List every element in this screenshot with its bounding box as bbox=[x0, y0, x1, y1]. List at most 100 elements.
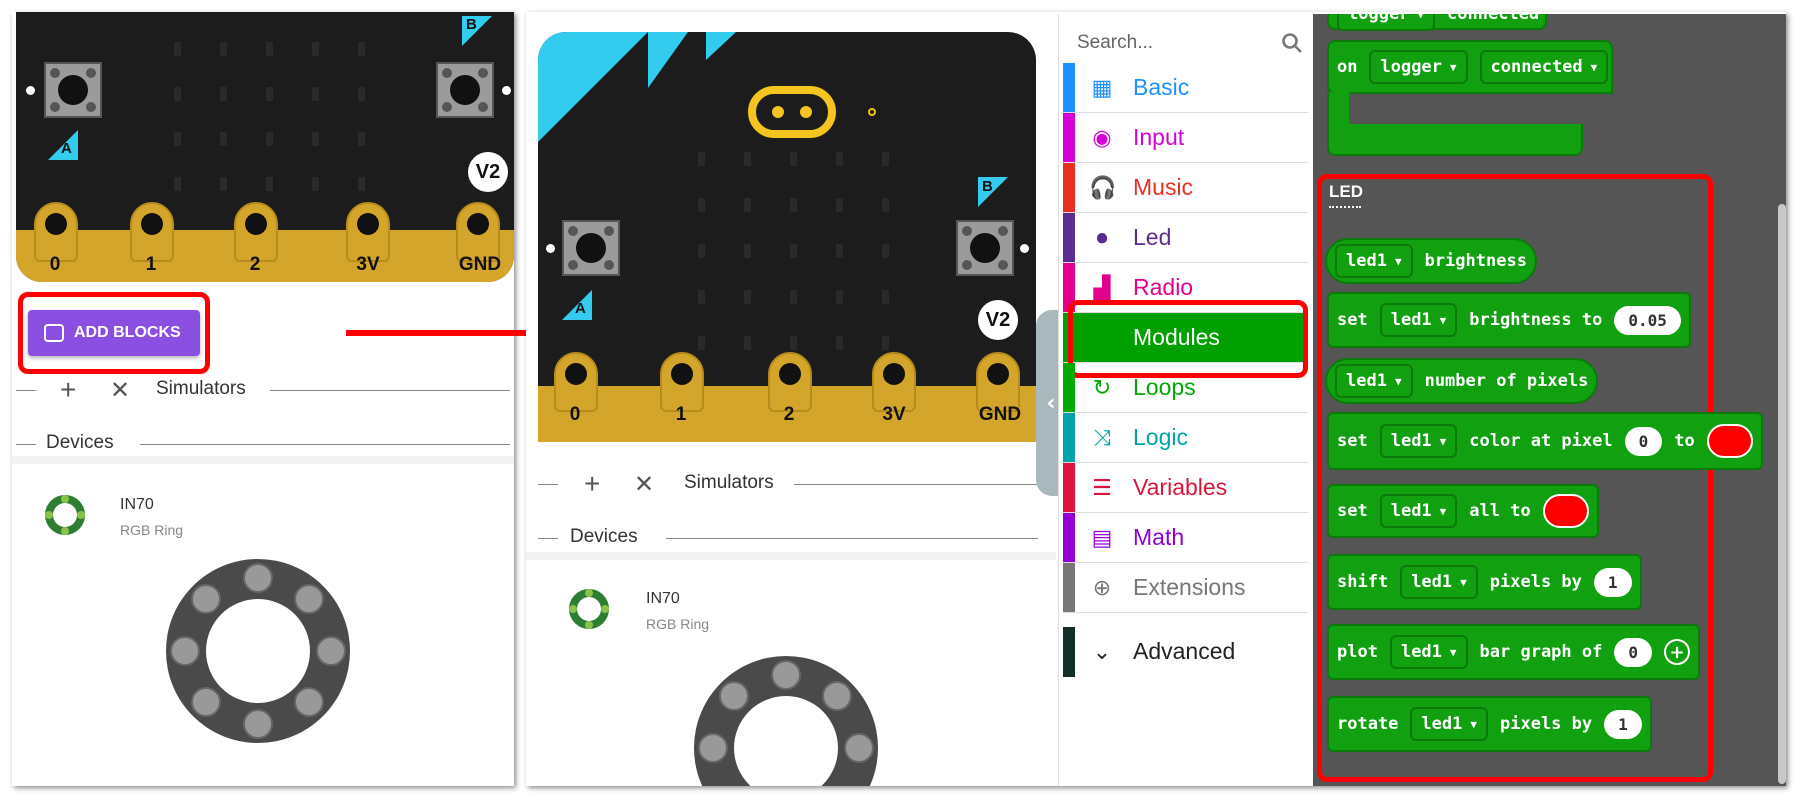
side-dot bbox=[502, 86, 511, 95]
connected-dropdown[interactable]: connected ▼ bbox=[1479, 50, 1609, 84]
headphones-icon: 🎧 bbox=[1089, 176, 1117, 201]
pixel-index-input[interactable]: 0 bbox=[1624, 426, 1663, 456]
category-math[interactable]: ▤ Math bbox=[1063, 513, 1308, 563]
pin-1-pad[interactable] bbox=[660, 352, 704, 412]
category-label: Logic bbox=[1133, 424, 1188, 450]
led-cell bbox=[698, 244, 705, 258]
rotate-amount-input[interactable]: 1 bbox=[1604, 709, 1642, 739]
logger-dropdown[interactable]: logger ▼ bbox=[1369, 50, 1468, 84]
expand-plus-icon[interactable]: + bbox=[1664, 639, 1690, 665]
close-simulator-icon[interactable]: ✕ bbox=[110, 376, 130, 405]
led-dropdown[interactable]: led1 ▼ bbox=[1379, 424, 1458, 458]
led-cell bbox=[266, 132, 273, 146]
block-text: on bbox=[1337, 57, 1358, 77]
shift-amount-input[interactable]: 1 bbox=[1593, 567, 1632, 597]
category-input[interactable]: ◉ Input bbox=[1063, 113, 1308, 163]
category-led[interactable]: ⏺ Led bbox=[1063, 213, 1308, 263]
on-logger-connected-block[interactable]: on logger ▼ connected ▼ bbox=[1327, 40, 1613, 94]
pin-label-1: 1 bbox=[675, 404, 687, 425]
button-a-hardware[interactable] bbox=[44, 62, 102, 118]
set-pixel-color-block[interactable]: set led1 ▼ color at pixel 0 to bbox=[1327, 412, 1763, 470]
button-b-hardware[interactable] bbox=[956, 220, 1014, 276]
pin-2-pad[interactable] bbox=[768, 352, 812, 412]
rgb-ring-device-icon[interactable] bbox=[566, 586, 612, 632]
pin-3v-pad[interactable] bbox=[872, 352, 916, 412]
caret-down-icon: ▼ bbox=[1470, 717, 1477, 731]
led-cell bbox=[744, 152, 751, 166]
led-cell bbox=[698, 152, 705, 166]
button-a-hardware[interactable] bbox=[562, 220, 620, 276]
led-dropdown[interactable]: led1 ▼ bbox=[1400, 565, 1478, 599]
add-simulator-icon[interactable]: + bbox=[60, 374, 76, 406]
pin-label-0: 0 bbox=[49, 254, 61, 275]
led-dropdown[interactable]: led1 ▼ bbox=[1410, 707, 1488, 741]
add-blocks-button[interactable]: ADD BLOCKS bbox=[28, 310, 200, 356]
pin-2-pad[interactable] bbox=[234, 202, 278, 262]
dropdown-label: led1 bbox=[1390, 310, 1432, 330]
category-basic[interactable]: ▦ Basic bbox=[1063, 63, 1308, 113]
color-swatch[interactable] bbox=[1706, 424, 1753, 458]
advanced-label: Advanced bbox=[1133, 638, 1236, 664]
microphone-icon bbox=[868, 108, 876, 116]
pin-3v-pad[interactable] bbox=[346, 202, 390, 262]
plot-bar-graph-block[interactable]: plot led1 ▼ bar graph of 0 + bbox=[1327, 624, 1700, 680]
ring-led bbox=[243, 709, 273, 739]
led-dropdown[interactable]: led1 ▼ bbox=[1335, 364, 1413, 398]
search-input[interactable]: Search... bbox=[1077, 24, 1309, 58]
list-lines-icon: ☰ bbox=[1092, 476, 1112, 501]
bar-value-input[interactable]: 0 bbox=[1614, 637, 1652, 667]
category-extensions[interactable]: ⊕ Extensions bbox=[1063, 563, 1308, 613]
pin-0-pad[interactable] bbox=[554, 352, 598, 412]
led-dropdown[interactable]: led1 ▼ bbox=[1379, 494, 1458, 528]
microbit-board[interactable]: A B V2 0 1 2 3V GND bbox=[16, 12, 514, 282]
category-loops[interactable]: ↻ Loops bbox=[1063, 363, 1308, 413]
blocks-workspace[interactable]: logger ▼ connected on logger ▼ connected ▼ … bbox=[1313, 14, 1786, 786]
shift-pixels-block[interactable]: shift led1 ▼ pixels by 1 bbox=[1327, 554, 1642, 610]
category-music[interactable]: 🎧 Music bbox=[1063, 163, 1308, 213]
dropdown[interactable]: logger ▼ bbox=[1337, 14, 1436, 31]
brightness-input[interactable]: 0.05 bbox=[1614, 305, 1681, 335]
dropdown-label: led1 bbox=[1390, 501, 1432, 521]
button-b-hardware[interactable] bbox=[436, 62, 494, 118]
category-advanced[interactable]: ⌄ Advanced bbox=[1063, 627, 1308, 677]
led-cell bbox=[790, 244, 797, 258]
pin-gnd-pad[interactable] bbox=[456, 202, 500, 262]
add-simulator-icon[interactable]: + bbox=[584, 468, 600, 500]
color-swatch[interactable] bbox=[1542, 494, 1589, 528]
pin-1-pad[interactable] bbox=[130, 202, 174, 262]
led-brightness-reporter[interactable]: led1 ▼ brightness bbox=[1325, 238, 1537, 284]
block-text: set bbox=[1337, 501, 1368, 521]
microbit-board[interactable]: A B V2 0 1 2 3V GND bbox=[538, 32, 1036, 442]
caret-down-icon: ▼ bbox=[1394, 374, 1402, 388]
rgb-ring-device-icon[interactable] bbox=[42, 492, 88, 538]
category-logic[interactable]: ⤨ Logic bbox=[1063, 413, 1308, 463]
led-dropdown[interactable]: led1 ▼ bbox=[1335, 244, 1413, 278]
pin-gnd-pad[interactable] bbox=[976, 352, 1020, 412]
pin-0-pad[interactable] bbox=[34, 202, 78, 262]
ring-led bbox=[191, 687, 221, 717]
set-all-color-block[interactable]: set led1 ▼ all to bbox=[1327, 484, 1599, 538]
block-text: bar graph of bbox=[1479, 642, 1603, 662]
partial-logger-block[interactable]: logger ▼ connected bbox=[1327, 14, 1547, 31]
close-simulator-icon[interactable]: ✕ bbox=[634, 470, 654, 499]
scrollbar[interactable] bbox=[1778, 204, 1786, 784]
rgb-ring-visual[interactable] bbox=[694, 656, 878, 786]
rgb-ring-visual[interactable] bbox=[166, 559, 350, 743]
device-type: RGB Ring bbox=[120, 522, 184, 538]
led-cell bbox=[790, 198, 797, 212]
led-dropdown[interactable]: led1 ▼ bbox=[1389, 635, 1468, 669]
pin-label-2: 2 bbox=[783, 404, 795, 425]
microbit-logo[interactable] bbox=[748, 86, 836, 138]
led-cell bbox=[744, 336, 751, 350]
number-of-pixels-reporter[interactable]: led1 ▼ number of pixels bbox=[1325, 358, 1599, 404]
section-underline bbox=[1329, 206, 1361, 208]
device-name: IN70 bbox=[646, 590, 680, 607]
set-brightness-block[interactable]: set led1 ▼ brightness to 0.05 bbox=[1327, 292, 1691, 348]
rotate-pixels-block[interactable]: rotate led1 ▼ pixels by 1 bbox=[1327, 696, 1652, 752]
simulators-label: Simulators bbox=[684, 472, 774, 493]
dropdown-label: logger bbox=[1380, 57, 1442, 77]
caret-down-icon: ▼ bbox=[1449, 60, 1457, 74]
led-dropdown[interactable]: led1 ▼ bbox=[1379, 303, 1458, 337]
led-cell bbox=[836, 290, 843, 304]
category-variables[interactable]: ☰ Variables bbox=[1063, 463, 1308, 513]
